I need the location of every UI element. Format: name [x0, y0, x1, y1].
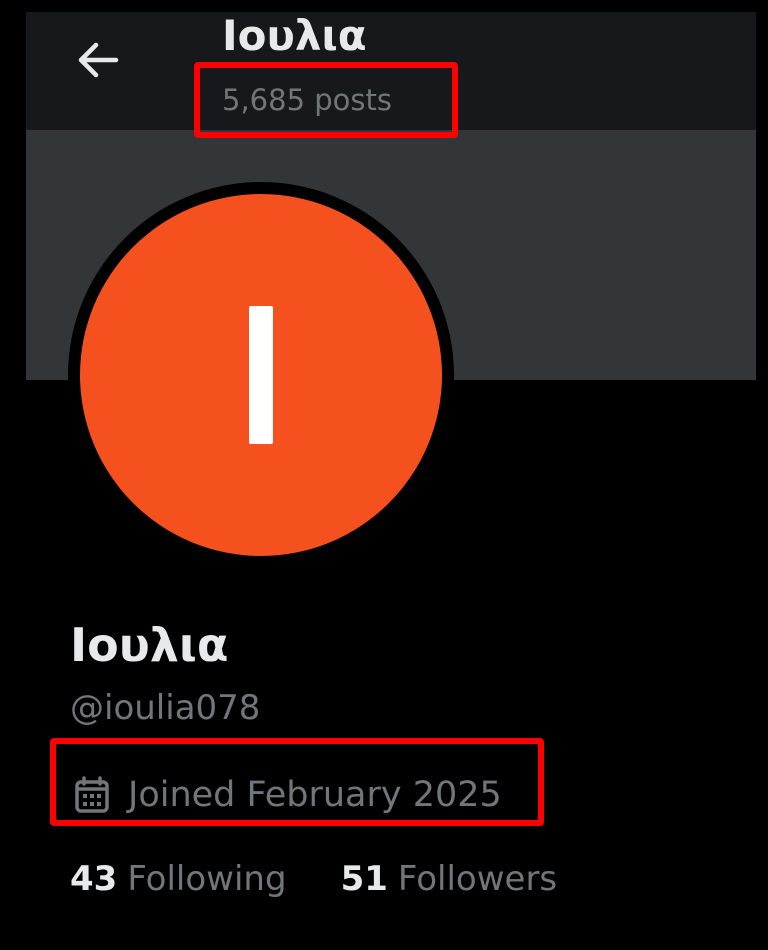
followers-label: Followers [397, 859, 558, 899]
follow-stats: 43 Following 51 Followers [70, 858, 557, 900]
posts-count: 5,685 posts [222, 83, 392, 117]
joined-date: Joined February 2025 [74, 774, 502, 816]
avatar[interactable] [80, 194, 442, 556]
followers-count: 51 [340, 859, 388, 899]
profile-screen: Ιουλια 5,685 posts Ιουλια @ioulia078 Joi… [26, 12, 756, 938]
following-count: 43 [70, 859, 118, 899]
back-button[interactable] [70, 32, 126, 88]
arrow-left-icon [78, 42, 119, 78]
followers-link[interactable]: 51 Followers [341, 858, 558, 900]
avatar-initial [249, 306, 273, 444]
joined-text: Joined February 2025 [128, 775, 502, 815]
screenshot-frame: Ιουλια 5,685 posts Ιουλια @ioulia078 Joi… [0, 0, 768, 950]
following-label: Following [127, 859, 287, 899]
following-link[interactable]: 43 Following [70, 858, 287, 900]
user-handle: @ioulia078 [70, 688, 261, 728]
profile-header: Ιουλια 5,685 posts [26, 12, 756, 130]
header-title: Ιουλια [222, 12, 367, 60]
calendar-icon [75, 776, 109, 813]
display-name: Ιουλια [70, 618, 229, 672]
